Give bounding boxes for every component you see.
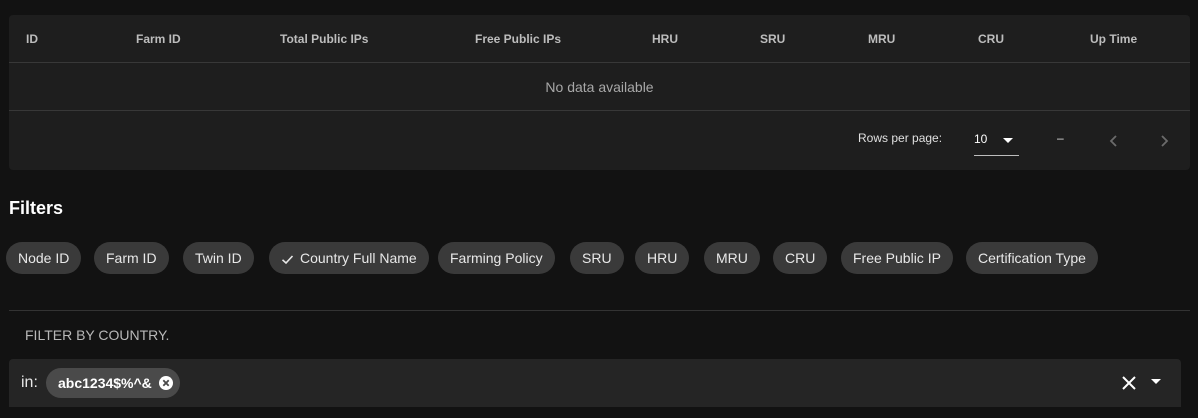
filter-chip-sru[interactable]: SRU [570, 242, 624, 274]
caret-down-icon[interactable] [1151, 379, 1161, 384]
table-pagination: Rows per page: 10 – [9, 112, 1190, 170]
filters-heading: Filters [9, 198, 64, 218]
column-header-up-time[interactable]: Up Time [1090, 15, 1137, 63]
chip-label: Twin ID [195, 250, 242, 266]
column-header-farm-id[interactable]: Farm ID [136, 15, 181, 63]
field-prefix: in: [21, 374, 38, 391]
chip-label: MRU [716, 250, 748, 266]
chip-label: Certification Type [978, 250, 1086, 266]
filter-chip-farm-id[interactable]: Farm ID [94, 242, 169, 274]
filter-chip-country-full-name[interactable]: Country Full Name [269, 242, 429, 274]
filter-chip-certification-type[interactable]: Certification Type [966, 242, 1098, 274]
pagination-range: – [1057, 131, 1064, 145]
close-circle-icon[interactable] [158, 375, 174, 391]
filter-chip-node-id[interactable]: Node ID [6, 242, 82, 274]
table-header-row: ID Farm ID Total Public IPs Free Public … [9, 15, 1190, 63]
chip-label: SRU [582, 250, 612, 266]
chip-label: Country Full Name [300, 250, 417, 266]
chip-label: Node ID [18, 250, 70, 266]
country-filter-caption: FILTER BY COUNTRY. [25, 327, 170, 343]
column-header-sru[interactable]: SRU [760, 15, 785, 63]
check-icon [281, 255, 294, 264]
filter-chip-cru[interactable]: CRU [773, 242, 828, 274]
caret-down-icon [1003, 138, 1013, 143]
section-divider [9, 310, 1190, 311]
chip-label: Farm ID [106, 250, 157, 266]
filter-chip-hru[interactable]: HRU [635, 242, 690, 274]
filter-chip-mru[interactable]: MRU [704, 242, 760, 274]
nodes-table: ID Farm ID Total Public IPs Free Public … [9, 15, 1190, 170]
country-filter-field[interactable]: in: abc1234$%^& [9, 359, 1181, 407]
chevron-left-icon [1109, 135, 1117, 147]
filter-chip-free-public-ip[interactable]: Free Public IP [841, 242, 953, 274]
selected-country-label: abc1234$%^& [58, 375, 152, 391]
filter-chip-twin-id[interactable]: Twin ID [183, 242, 254, 274]
column-header-hru[interactable]: HRU [652, 15, 678, 63]
column-header-cru[interactable]: CRU [978, 15, 1004, 63]
chevron-right-icon [1161, 135, 1169, 147]
chip-label: Farming Policy [450, 250, 543, 266]
column-header-total-public-ips[interactable]: Total Public IPs [280, 15, 368, 63]
selected-country-chip[interactable]: abc1234$%^& [46, 368, 180, 398]
next-page-button[interactable] [1149, 126, 1179, 156]
chip-label: Free Public IP [853, 250, 941, 266]
no-data-message: No data available [9, 63, 1190, 111]
chip-label: CRU [785, 250, 816, 266]
column-header-mru[interactable]: MRU [868, 15, 895, 63]
rows-per-page-value: 10 [974, 132, 988, 146]
filter-chip-farming-policy[interactable]: Farming Policy [438, 242, 555, 274]
column-header-free-public-ips[interactable]: Free Public IPs [475, 15, 561, 63]
chip-label: HRU [647, 250, 678, 266]
previous-page-button[interactable] [1099, 126, 1129, 156]
column-header-id[interactable]: ID [26, 15, 38, 63]
rows-per-page-select[interactable]: 10 [974, 126, 1019, 156]
close-icon[interactable] [1119, 373, 1139, 393]
rows-per-page-label: Rows per page: [858, 131, 943, 145]
